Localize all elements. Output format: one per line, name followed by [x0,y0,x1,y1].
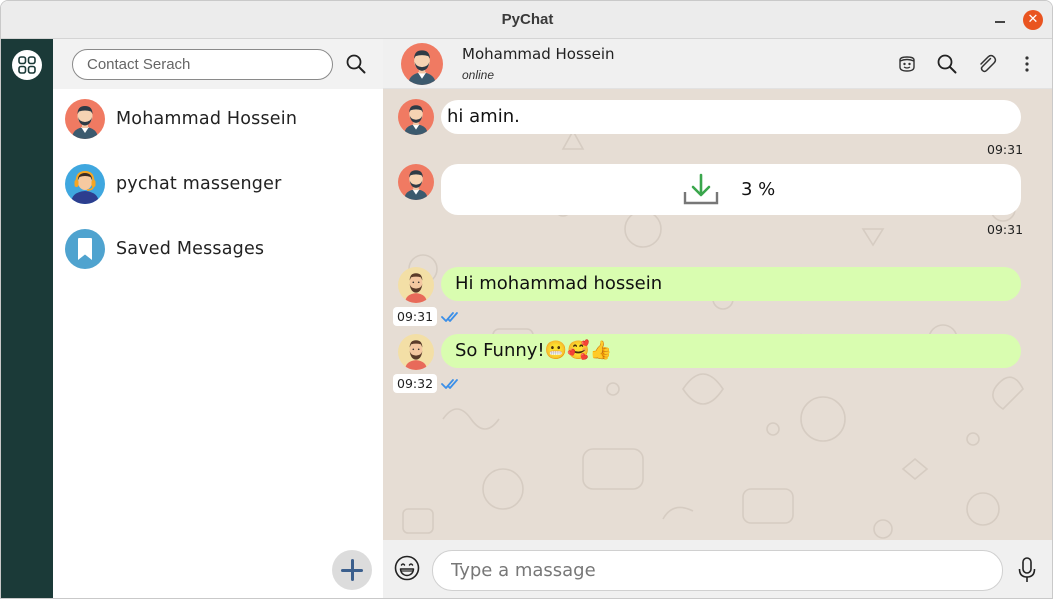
download-progress-label: 3 % [741,179,776,200]
message-text: hi amin. [447,106,520,127]
sender-avatar [398,164,434,200]
contact-search-bar [53,39,383,89]
chat-contact-name: Mohammad Hossein [462,45,615,63]
contacts-panel: Mohammad Hossein pychat massenger [53,39,383,598]
man-avatar-icon[interactable] [401,43,443,85]
download-button[interactable] [682,172,720,208]
contact-search-input[interactable] [72,49,333,80]
face-icon [899,56,915,72]
composer-bar [383,540,1052,598]
double-check-icon [441,312,458,322]
contact-name: pychat massenger [116,174,282,194]
left-rail [1,39,53,598]
message-time: 09:31 [393,307,438,326]
title-bar: PyChat ✕ [1,1,1052,39]
message-text: So Funny!😬🥰👍 [455,340,612,361]
emoji-button[interactable] [394,555,420,581]
chat-wallpaper [402,129,1024,539]
contact-name: Mohammad Hossein [116,109,298,129]
grid-menu-icon [18,56,36,74]
kebab-menu-icon [1025,56,1029,72]
contact-item-pychat-massenger[interactable]: pychat massenger [53,153,383,217]
search-messages-button[interactable] [936,53,958,75]
contact-name: Saved Messages [116,239,265,259]
search-icon [937,54,957,74]
window-title: PyChat [501,11,554,28]
microphone-icon [1018,557,1036,582]
add-contact-button[interactable] [332,550,372,590]
bookmark-icon [65,229,105,269]
paperclip-icon [980,54,997,73]
face-button[interactable] [896,53,918,75]
message-time: 09:32 [393,374,438,393]
more-options-button[interactable] [1016,53,1038,75]
search-icon [346,54,366,74]
message-list[interactable]: hi amin. 09:31 3 % 09:31 Hi mohammad hos… [383,89,1052,540]
message-text: Hi mohammad hossein [455,273,663,294]
emoji-icon [394,555,420,581]
message-bubble[interactable]: hi amin. [441,100,1021,134]
voice-record-button[interactable] [1017,556,1037,584]
message-time: 09:31 [987,142,1024,157]
double-check-icon [441,379,458,389]
support-agent-icon [65,164,105,204]
message-bubble[interactable]: Hi mohammad hossein [441,267,1021,301]
search-button[interactable] [345,53,367,75]
my-avatar [398,267,434,303]
man-avatar-icon [65,99,105,139]
contact-item-mohammad-hossein[interactable]: Mohammad Hossein [53,88,383,152]
close-icon[interactable]: ✕ [1023,10,1043,30]
message-input[interactable] [432,550,1003,591]
file-message-bubble[interactable]: 3 % [441,164,1021,215]
attach-button[interactable] [976,53,998,75]
my-avatar [398,334,434,370]
pychat-window: PyChat ✕ Contact Serach Mohammad Hossein… [0,0,1053,599]
chat-contact-status: online [462,68,495,82]
chat-panel: Mohammad Hossein online hi amin. 09:31 3… [383,39,1052,598]
download-icon [683,173,719,205]
menu-button[interactable] [12,50,42,80]
chat-header: Mohammad Hossein online [383,39,1052,89]
message-bubble[interactable]: So Funny!😬🥰👍 [441,334,1021,368]
message-time: 09:31 [987,222,1024,237]
sender-avatar [398,99,434,135]
contact-item-saved-messages[interactable]: Saved Messages [53,218,383,282]
minimize-icon[interactable] [993,13,1007,27]
